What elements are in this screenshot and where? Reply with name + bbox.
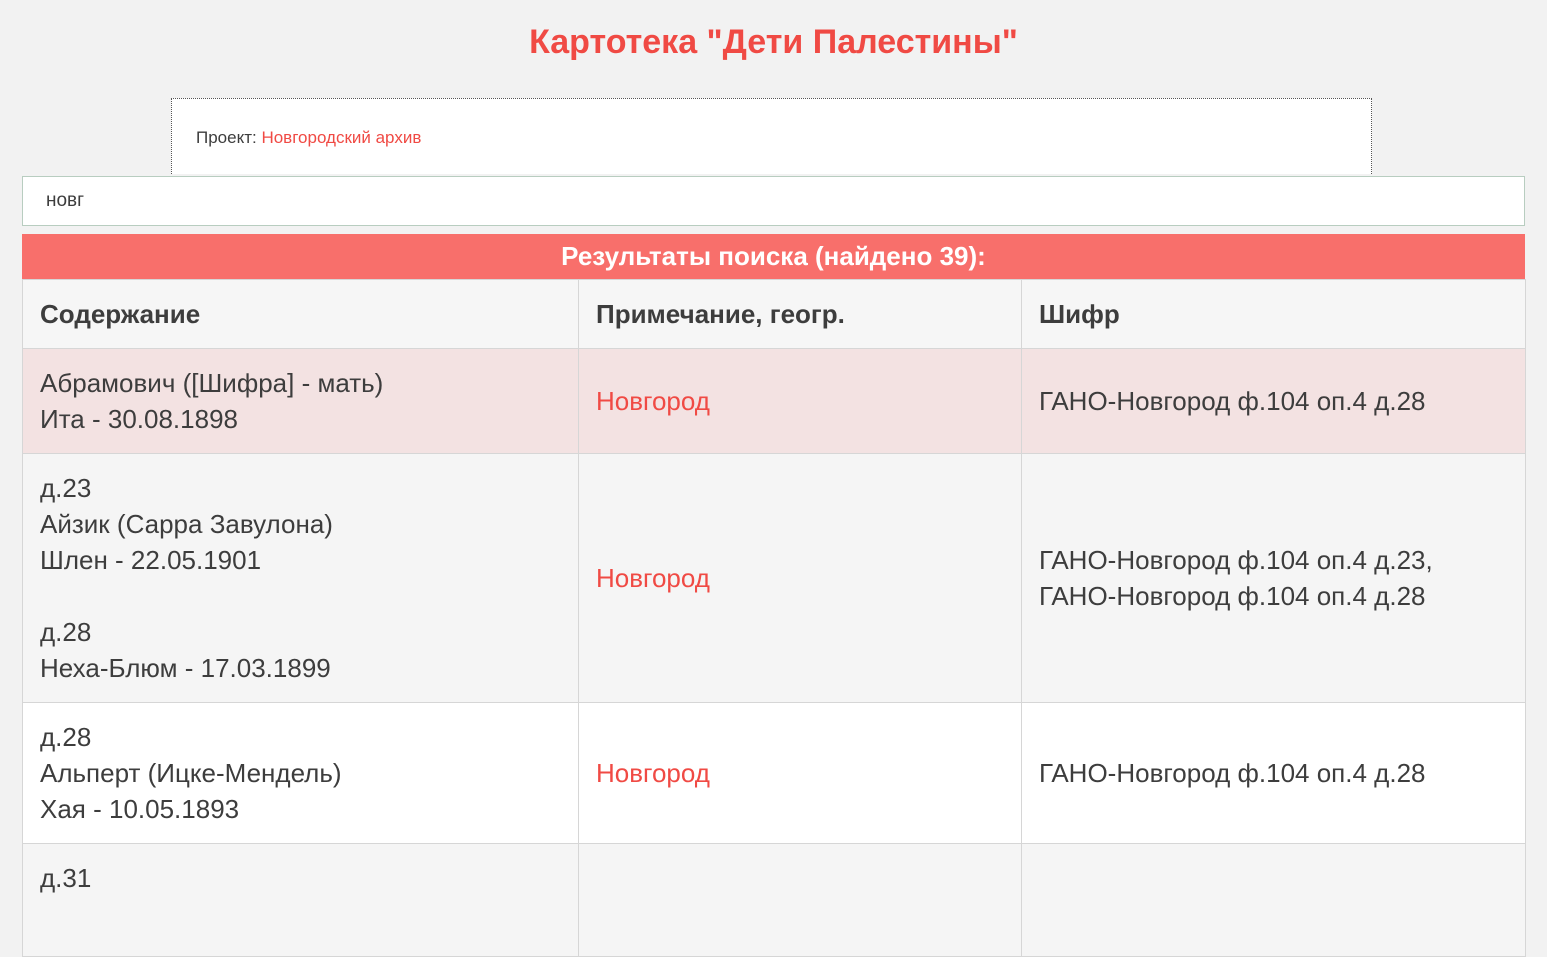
content-line: д.28 xyxy=(40,722,92,752)
project-line: Проект: Новгородский архив xyxy=(196,128,421,148)
cipher-line: ГАНО-Новгород ф.104 оп.4 д.23, xyxy=(1039,545,1433,575)
note-cell: Новгород xyxy=(578,348,1022,454)
project-panel: Проект: Новгородский архив xyxy=(171,98,1372,174)
content-line: Неха-Блюм - 17.03.1899 xyxy=(40,653,331,683)
results-table: Содержание Примечание, геогр. Шифр Абрам… xyxy=(22,279,1526,957)
content-cell: д.28 Альперт (Ицке-Мендель) Хая - 10.05.… xyxy=(22,702,579,844)
content-line: д.28 xyxy=(40,617,92,647)
table-header-row: Содержание Примечание, геогр. Шифр xyxy=(22,279,1526,349)
note-cell xyxy=(578,843,1022,957)
search-input[interactable] xyxy=(22,176,1525,226)
table-row: д.23 Айзик (Сарра Завулона) Шлен - 22.05… xyxy=(22,453,1526,703)
cipher-cell: ГАНО-Новгород ф.104 оп.4 д.28 xyxy=(1021,702,1526,844)
content-line xyxy=(40,578,561,614)
content-line: д.31 xyxy=(40,863,92,893)
content-line: Альперт (Ицке-Мендель) xyxy=(40,758,342,788)
note-cell: Новгород xyxy=(578,453,1022,703)
table-row: д.28 Альперт (Ицке-Мендель) Хая - 10.05.… xyxy=(22,702,1526,844)
cipher-cell xyxy=(1021,843,1526,957)
geo-link[interactable]: Новгород xyxy=(596,386,710,416)
cipher-cell: ГАНО-Новгород ф.104 оп.4 д.23, ГАНО-Новг… xyxy=(1021,453,1526,703)
table-row: Абрамович ([Шифра] - мать) Ита - 30.08.1… xyxy=(22,348,1526,454)
content-cell: Абрамович ([Шифра] - мать) Ита - 30.08.1… xyxy=(22,348,579,454)
column-header-cipher[interactable]: Шифр xyxy=(1021,279,1526,349)
content-line: Ита - 30.08.1898 xyxy=(40,404,238,434)
content-line: Айзик (Сарра Завулона) xyxy=(40,509,333,539)
note-cell: Новгород xyxy=(578,702,1022,844)
column-header-note[interactable]: Примечание, геогр. xyxy=(578,279,1022,349)
page-title: Картотека "Дети Палестины" xyxy=(529,23,1018,61)
results-header: Результаты поиска (найдено 39): xyxy=(22,234,1525,279)
column-header-content[interactable]: Содержание xyxy=(22,279,579,349)
cipher-cell: ГАНО-Новгород ф.104 оп.4 д.28 xyxy=(1021,348,1526,454)
table-row: д.31 xyxy=(22,843,1526,957)
cipher-line: ГАНО-Новгород ф.104 оп.4 д.28 xyxy=(1039,581,1426,611)
cipher-line: ГАНО-Новгород ф.104 оп.4 д.28 xyxy=(1039,758,1426,788)
project-label: Проект: xyxy=(196,128,262,147)
content-cell: д.31 xyxy=(22,843,579,957)
content-line: Шлен - 22.05.1901 xyxy=(40,545,262,575)
content-line: Хая - 10.05.1893 xyxy=(40,794,240,824)
content-cell: д.23 Айзик (Сарра Завулона) Шлен - 22.05… xyxy=(22,453,579,703)
geo-link[interactable]: Новгород xyxy=(596,758,710,788)
content-line: д.23 xyxy=(40,473,92,503)
project-link[interactable]: Новгородский архив xyxy=(261,128,421,147)
cipher-line: ГАНО-Новгород ф.104 оп.4 д.28 xyxy=(1039,386,1426,416)
geo-link[interactable]: Новгород xyxy=(596,563,710,593)
content-line: Абрамович ([Шифра] - мать) xyxy=(40,368,384,398)
